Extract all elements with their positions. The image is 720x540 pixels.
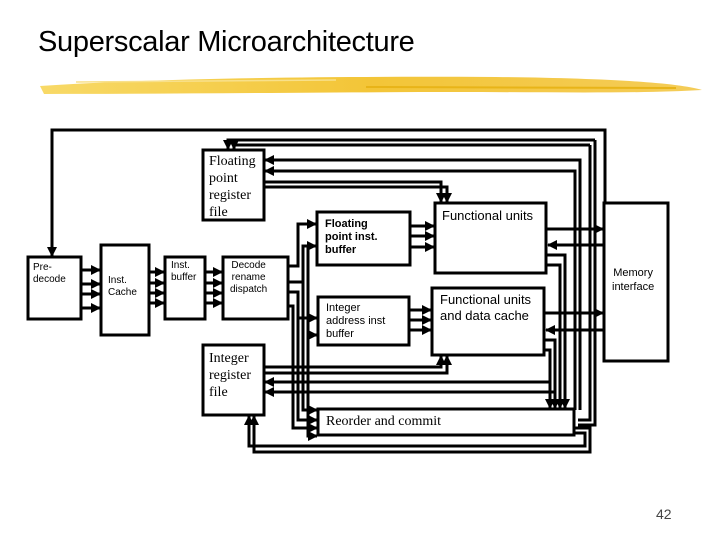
inst-cache-label: Inst. Cache [108, 275, 137, 298]
page-number: 42 [656, 506, 672, 522]
fu-data-cache-label: Functional units and data cache [440, 292, 532, 323]
memory-interface-label: Memory interface [612, 267, 655, 293]
predecode-label: Pre- decode [33, 262, 66, 285]
reorder-commit-label: Reorder and commit [326, 414, 442, 429]
fp-regfile-label: Floating point register file [209, 154, 256, 220]
fp-inst-buffer-label: Floating point inst. buffer [325, 218, 378, 256]
int-addr-buffer-label: Integer address inst buffer [326, 302, 386, 340]
inst-buffer-label: Inst. buffer [171, 260, 197, 283]
decode-label: Decode rename dispatch [230, 260, 268, 295]
functional-units-label: Functional units [442, 208, 534, 223]
int-regfile-label: Integer register file [209, 351, 251, 400]
